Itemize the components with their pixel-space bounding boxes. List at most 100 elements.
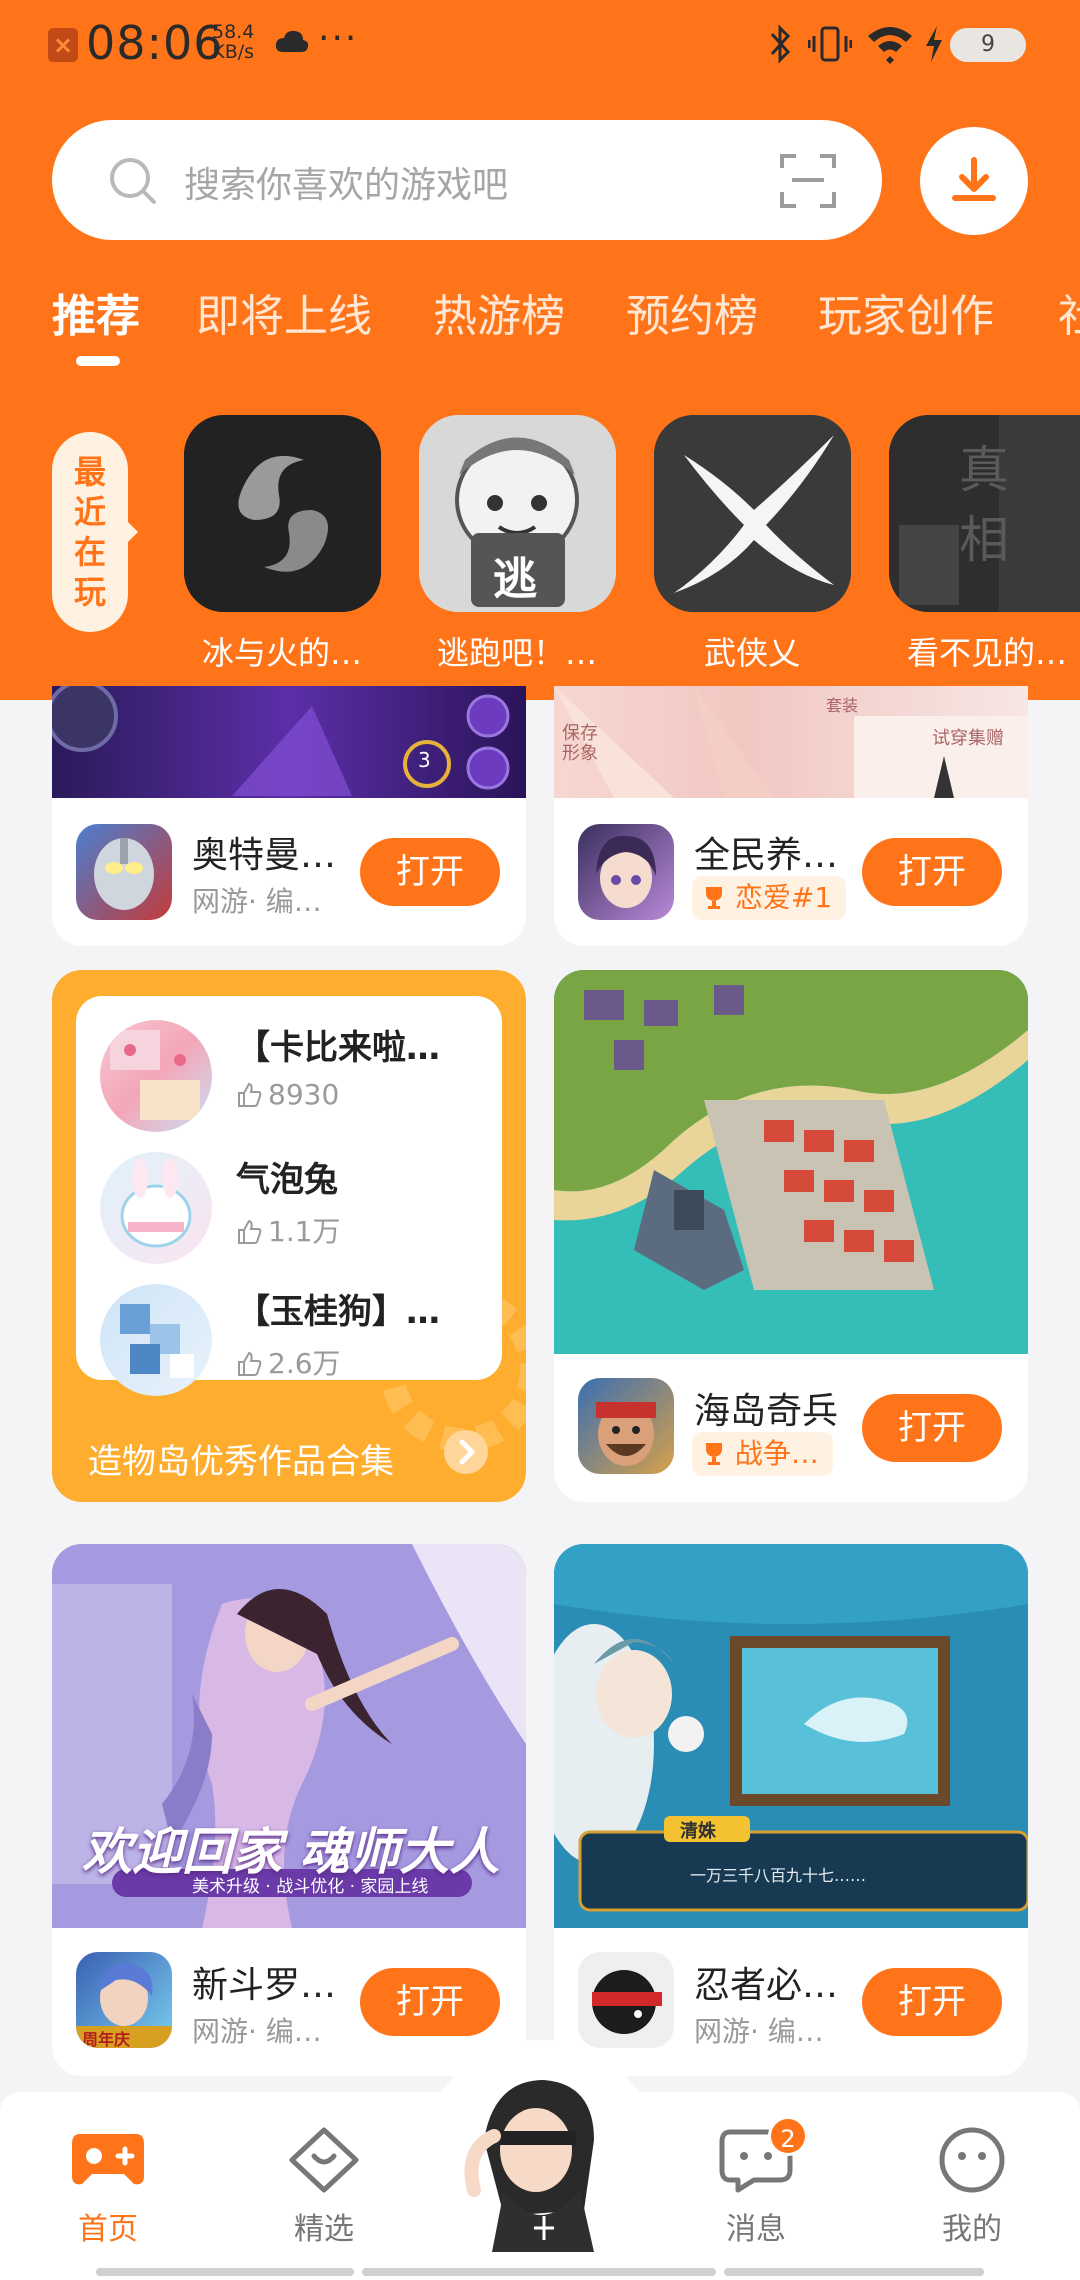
game-banner: 保存形象 试穿集赠 套装 <box>554 686 1028 798</box>
tab-coming-soon[interactable]: 即将上线 <box>196 280 372 344</box>
recently-played-label: 最近在玩 <box>73 453 106 611</box>
collection-thumbnail <box>100 1020 212 1132</box>
avatar[interactable] <box>444 2040 636 2252</box>
banner-subtitle: 美术升级 · 战斗优化 · 家园上线 <box>192 1877 429 1897</box>
game-banner: 清姝 一万三千八百九十七…… <box>554 1544 1028 1928</box>
recent-game-icon[interactable]: 逃 <box>419 415 616 612</box>
yin-yang-art <box>184 415 381 612</box>
recent-game-name[interactable]: 武侠乂 <box>637 628 867 674</box>
collection-card[interactable]: 【卡比来啦… 8930 气泡兔 1.1万 【玉桂狗】… 2.6万 造物岛优秀作品… <box>52 970 526 1502</box>
app-icon <box>578 824 674 920</box>
open-button[interactable]: 打开 <box>360 1968 500 2036</box>
rank-badge-text: 战争… <box>734 1437 819 1470</box>
tab-player-creations[interactable]: 玩家创作 <box>818 280 994 344</box>
banner-label: 套装 <box>826 696 859 715</box>
app-name: 奥特曼… <box>192 835 337 876</box>
recent-game-name[interactable]: 看不见的… <box>872 628 1080 674</box>
game-card[interactable]: 海岛奇兵 战争… 打开 <box>554 970 1028 1502</box>
thumbs-up-icon <box>238 1219 262 1244</box>
collection-item[interactable]: 气泡兔 1.1万 <box>100 1152 490 1272</box>
download-button[interactable] <box>920 127 1028 235</box>
like-count-value: 2.6万 <box>268 1347 341 1380</box>
open-button[interactable]: 打开 <box>862 1394 1002 1462</box>
nav-profile-label: 我的 <box>942 2212 1002 2247</box>
open-button[interactable]: 打开 <box>862 838 1002 906</box>
recent-game-icon[interactable] <box>654 415 851 612</box>
network-speed-unit: KB/s <box>212 41 255 63</box>
tab-reservation[interactable]: 预约榜 <box>626 280 758 344</box>
game-card[interactable]: 3 奥特曼… 网游· 编… 打开 <box>52 686 526 946</box>
thumbs-up-icon <box>238 1351 262 1376</box>
open-button[interactable]: 打开 <box>360 838 500 906</box>
charging-icon <box>926 26 942 62</box>
nav-featured[interactable]: 精选 <box>254 2124 394 2248</box>
dialog-text: 一万三千八百九十七…… <box>690 1866 867 1885</box>
home-indicator <box>724 2268 984 2276</box>
nav-featured-label: 精选 <box>294 2212 354 2247</box>
status-time: 08:06 <box>86 16 224 70</box>
app-name: 新斗罗… <box>192 1965 337 2006</box>
collection-item[interactable]: 【玉桂狗】… 2.6万 <box>100 1284 490 1404</box>
game-card[interactable]: 欢迎回家 魂师大人 美术升级 · 战斗优化 · 家园上线 周年庆 新斗罗… 网游… <box>52 1544 526 2076</box>
like-count: 8930 <box>236 1078 339 1111</box>
message-count-badge: 2 <box>768 2116 808 2156</box>
rank-badge: 恋爱#1 <box>692 876 847 920</box>
collection-thumbnail <box>100 1152 212 1264</box>
open-button[interactable]: 打开 <box>862 1968 1002 2036</box>
nav-home-label: 首页 <box>78 2212 138 2247</box>
recent-game-icon[interactable]: 真相 <box>889 415 1080 612</box>
trophy-icon <box>706 1443 722 1465</box>
recent-game-icon[interactable] <box>184 415 381 612</box>
like-count: 2.6万 <box>236 1342 341 1382</box>
like-count-value: 8930 <box>268 1078 340 1111</box>
search-placeholder: 搜索你喜欢的游戏吧 <box>184 165 509 206</box>
collection-footer[interactable]: 造物岛优秀作品合集 <box>88 1434 394 1483</box>
tab-recommend[interactable]: 推荐 <box>52 280 140 344</box>
app-icon <box>578 1378 674 1474</box>
collection-thumbnail <box>100 1284 212 1396</box>
recent-game-name[interactable]: 冰与火的… <box>167 628 397 674</box>
game-card[interactable]: 保存形象 试穿集赠 套装 全民养… 恋爱#1 打开 <box>554 686 1028 946</box>
bluetooth-icon <box>770 24 791 64</box>
banner-label: 保存形象 <box>562 723 598 764</box>
smiley-face-icon <box>939 2127 1005 2193</box>
like-count: 1.1万 <box>236 1210 341 1250</box>
collection-item[interactable]: 【卡比来啦… 8930 <box>100 1020 490 1140</box>
network-speed-value: 58.4 <box>212 21 255 43</box>
banner-counter: 3 <box>418 748 431 772</box>
search-bar[interactable]: 搜索你喜欢的游戏吧 <box>52 120 882 240</box>
app-icon <box>578 1952 674 2048</box>
like-count-value: 1.1万 <box>268 1215 341 1248</box>
game-banner <box>554 970 1028 1354</box>
tab-hot-games[interactable]: 热游榜 <box>433 280 565 344</box>
home-indicator <box>96 2268 354 2276</box>
ninja-icon <box>578 1952 674 2048</box>
app-name: 忍者必… <box>694 1965 839 2006</box>
app-tags: 网游· 编… <box>192 2015 322 2048</box>
tab-community[interactable]: 社 <box>1058 280 1080 344</box>
download-icon <box>952 157 996 201</box>
boom-beach-art <box>554 970 1028 1354</box>
recent-game-name[interactable]: 逃跑吧！… <box>402 628 632 674</box>
wuxia-art <box>654 415 851 612</box>
app-icon-text: 周年庆 <box>82 2030 131 2048</box>
banner-label: 试穿集赠 <box>932 728 1004 749</box>
cinnamoroll-art <box>120 1304 194 1378</box>
nav-home[interactable]: 首页 <box>38 2124 178 2248</box>
game-card[interactable]: 清姝 一万三千八百九十七…… 忍者必… 网游· 编… 打开 <box>554 1544 1028 2076</box>
scan-icon[interactable] <box>778 150 838 210</box>
search-icon <box>110 158 156 204</box>
chevron-right-icon[interactable] <box>444 1430 488 1474</box>
bubble-rabbit-art <box>120 1158 192 1248</box>
avatar-character-art <box>448 2068 632 2252</box>
category-tabs: 推荐 即将上线 热游榜 预约榜 玩家创作 社 <box>0 280 1080 360</box>
gamepad-icon <box>72 2134 144 2185</box>
nav-profile[interactable]: 我的 <box>902 2124 1042 2248</box>
game-banner: 3 <box>52 686 526 798</box>
app-icon <box>76 824 172 920</box>
app-tags: 网游· 编… <box>192 885 322 918</box>
nav-messages-label: 消息 <box>726 2212 786 2247</box>
notification-icon: × <box>48 28 78 62</box>
recently-played-tag: 最近在玩 <box>52 432 138 632</box>
collection-item-title: 【卡比来啦… <box>236 1028 440 1068</box>
